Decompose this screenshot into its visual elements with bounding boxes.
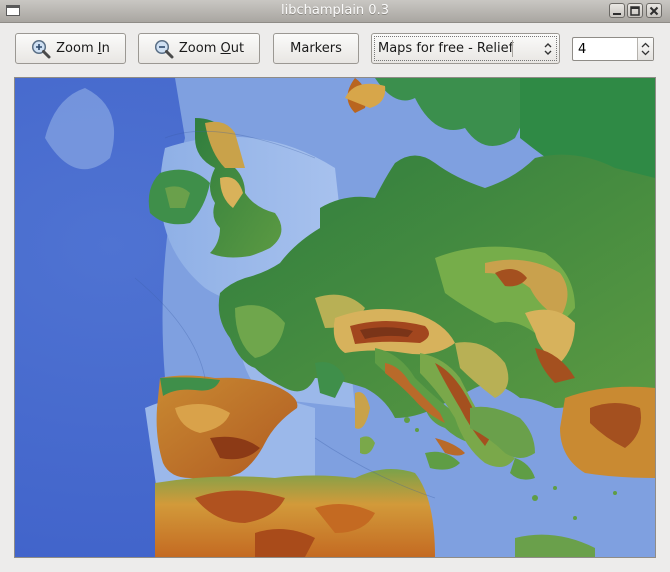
zoom-level-spin[interactable] bbox=[572, 37, 654, 61]
zoom-out-button[interactable]: Zoom Out bbox=[138, 33, 260, 64]
minimize-button[interactable] bbox=[609, 3, 625, 18]
toolbar: Zoom In Zoom Out Markers Maps for free -… bbox=[0, 23, 670, 75]
zoom-out-icon bbox=[154, 39, 174, 58]
zoom-out-label: Zoom Out bbox=[178, 41, 245, 56]
mnemonic-letter: O bbox=[220, 41, 231, 56]
map-source-value: Maps for free - Relief bbox=[378, 41, 514, 56]
minimize-icon bbox=[613, 13, 621, 15]
relief-map[interactable] bbox=[15, 78, 655, 557]
combo-separator bbox=[512, 40, 513, 57]
zoom-in-icon bbox=[32, 39, 51, 58]
zoom-in-button[interactable]: Zoom In bbox=[15, 33, 126, 64]
app-window: libchamplain 0.3 Zoom In Zoom Out Marker… bbox=[0, 0, 670, 572]
maximize-icon bbox=[630, 6, 640, 16]
markers-button[interactable]: Markers bbox=[273, 33, 359, 64]
close-icon bbox=[649, 6, 659, 16]
zoom-level-input[interactable] bbox=[573, 38, 639, 60]
spin-arrows-icon bbox=[641, 42, 650, 56]
zoom-in-label: Zoom In bbox=[56, 41, 110, 56]
mnemonic-letter: I bbox=[97, 41, 102, 56]
spin-buttons[interactable] bbox=[637, 38, 653, 60]
window-title: libchamplain 0.3 bbox=[281, 3, 389, 18]
map-source-combo[interactable]: Maps for free - Relief bbox=[371, 33, 560, 64]
close-button[interactable] bbox=[646, 3, 662, 18]
map-view[interactable] bbox=[14, 77, 656, 558]
maximize-button[interactable] bbox=[627, 3, 643, 18]
title-bar[interactable]: libchamplain 0.3 bbox=[0, 0, 670, 23]
markers-label: Markers bbox=[290, 41, 342, 56]
combo-arrows-icon bbox=[544, 43, 552, 55]
